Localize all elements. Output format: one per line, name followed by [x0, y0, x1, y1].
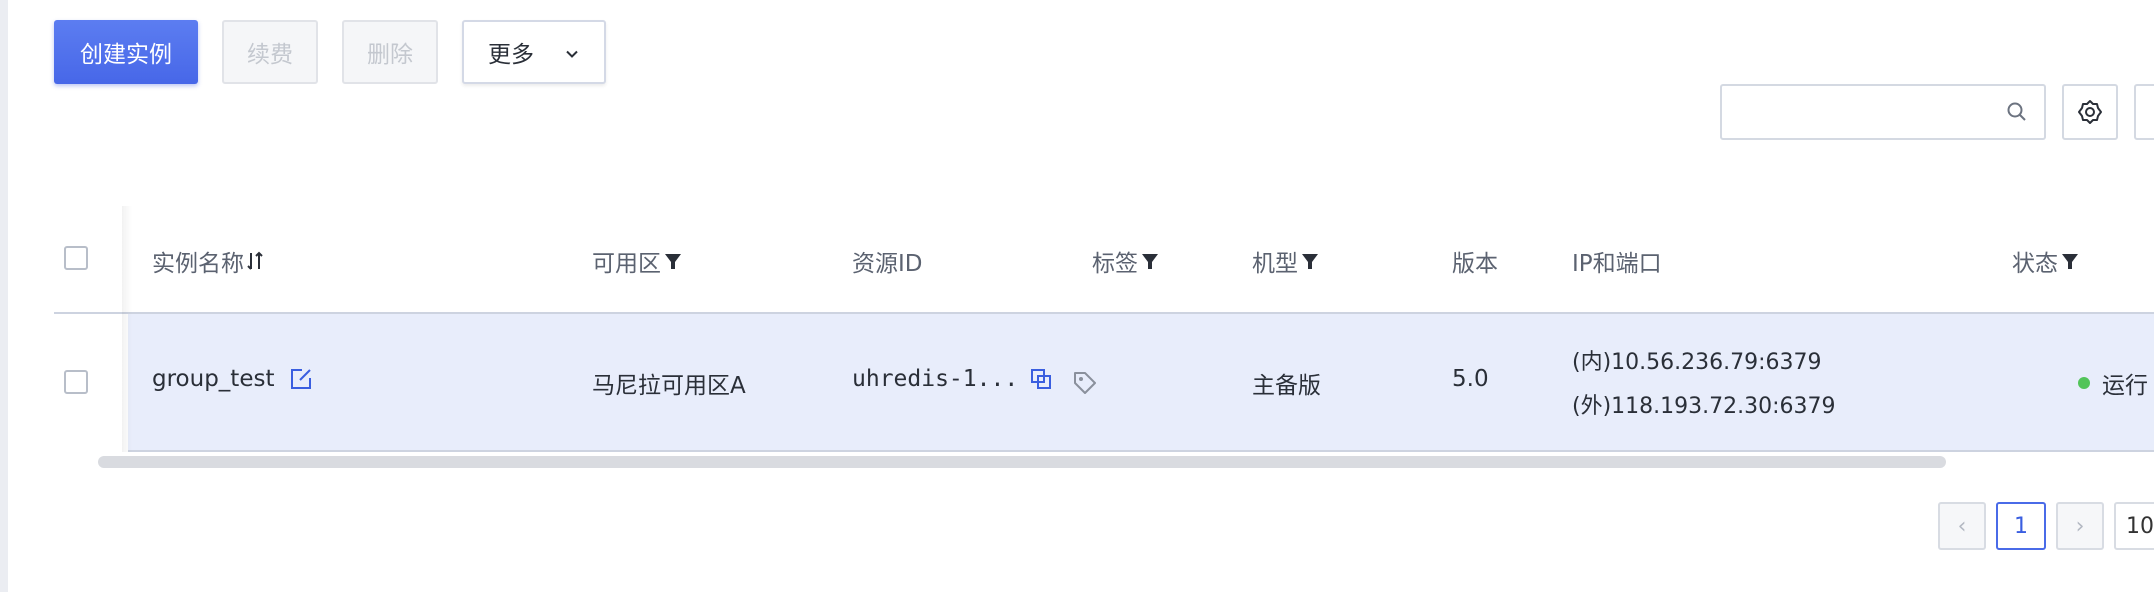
- column-header-name-label: 实例名称: [152, 251, 244, 277]
- table-header: 实例名称 可用区 资源ID 标签 机型 版本 IP和端口 状态: [54, 206, 2154, 314]
- column-header-model-label: 机型: [1252, 251, 1298, 277]
- next-page-button[interactable]: ›: [2056, 502, 2104, 550]
- select-all-checkbox[interactable]: [64, 246, 88, 270]
- column-header-version-label: 版本: [1452, 251, 1498, 277]
- status-label: 运行: [2102, 373, 2148, 399]
- row-checkbox[interactable]: [64, 370, 88, 394]
- filter-icon[interactable]: [1300, 251, 1320, 271]
- more-label: 更多: [488, 42, 534, 68]
- filter-icon[interactable]: [663, 251, 683, 271]
- column-header-status[interactable]: 状态: [2012, 244, 2080, 278]
- status-dot: [2078, 377, 2090, 389]
- column-header-resource-id-label: 资源ID: [852, 251, 923, 277]
- left-edge-strip: [0, 0, 8, 592]
- prev-page-button[interactable]: ‹: [1938, 502, 1986, 550]
- copy-icon[interactable]: [1030, 368, 1052, 390]
- column-header-zone-label: 可用区: [592, 251, 661, 277]
- gear-icon: [2078, 100, 2102, 124]
- column-header-tags-label: 标签: [1092, 251, 1138, 277]
- frozen-column-shadow: [122, 206, 132, 452]
- resource-id: uhredis-1...: [852, 366, 1019, 392]
- page-1-button[interactable]: 1: [1996, 502, 2046, 550]
- refresh-button[interactable]: [2134, 84, 2154, 140]
- column-header-zone[interactable]: 可用区: [592, 244, 683, 278]
- page-size-select[interactable]: 10: [2114, 502, 2154, 550]
- edit-icon[interactable]: [288, 366, 314, 392]
- tag-cell: [1072, 370, 1098, 396]
- status-cell: 运行: [2078, 366, 2148, 400]
- filter-icon[interactable]: [2060, 251, 2080, 271]
- column-header-name[interactable]: 实例名称: [152, 244, 264, 278]
- settings-button[interactable]: [2062, 84, 2118, 140]
- column-header-resource-id: 资源ID: [852, 244, 923, 278]
- chevron-down-icon: [566, 50, 578, 58]
- search-input[interactable]: [1720, 84, 2046, 140]
- instance-name-cell: group_test: [152, 366, 314, 392]
- ip-internal: (内)10.56.236.79:6379: [1572, 350, 1822, 375]
- zone-cell: 马尼拉可用区A: [592, 373, 746, 399]
- more-dropdown-button[interactable]: 更多: [462, 20, 606, 84]
- column-header-model[interactable]: 机型: [1252, 244, 1320, 278]
- search-icon[interactable]: [2006, 101, 2028, 123]
- filter-icon[interactable]: [1140, 251, 1160, 271]
- instance-name[interactable]: group_test: [152, 366, 274, 392]
- version-cell: 5.0: [1452, 366, 1489, 392]
- table-row[interactable]: group_test 马尼拉可用区A uhredis-1... 主备版 5.0 …: [128, 314, 2154, 452]
- column-header-ip-port: IP和端口: [1572, 244, 1662, 278]
- tag-icon[interactable]: [1072, 370, 1098, 396]
- ip-external: (外)118.193.72.30:6379: [1572, 394, 1836, 419]
- column-header-status-label: 状态: [2012, 251, 2058, 277]
- model-cell: 主备版: [1252, 373, 1321, 399]
- horizontal-scrollbar[interactable]: [98, 456, 1946, 468]
- renew-button[interactable]: 续费: [222, 20, 318, 84]
- column-header-version: 版本: [1452, 244, 1498, 278]
- column-header-tags[interactable]: 标签: [1092, 244, 1160, 278]
- delete-button[interactable]: 删除: [342, 20, 438, 84]
- sort-icon[interactable]: [246, 250, 264, 272]
- column-header-ip-port-label: IP和端口: [1572, 251, 1662, 277]
- instance-table: 实例名称 可用区 资源ID 标签 机型 版本 IP和端口 状态 group_te…: [54, 206, 2154, 456]
- resource-id-cell: uhredis-1...: [852, 366, 1052, 392]
- create-instance-button[interactable]: 创建实例: [54, 20, 198, 84]
